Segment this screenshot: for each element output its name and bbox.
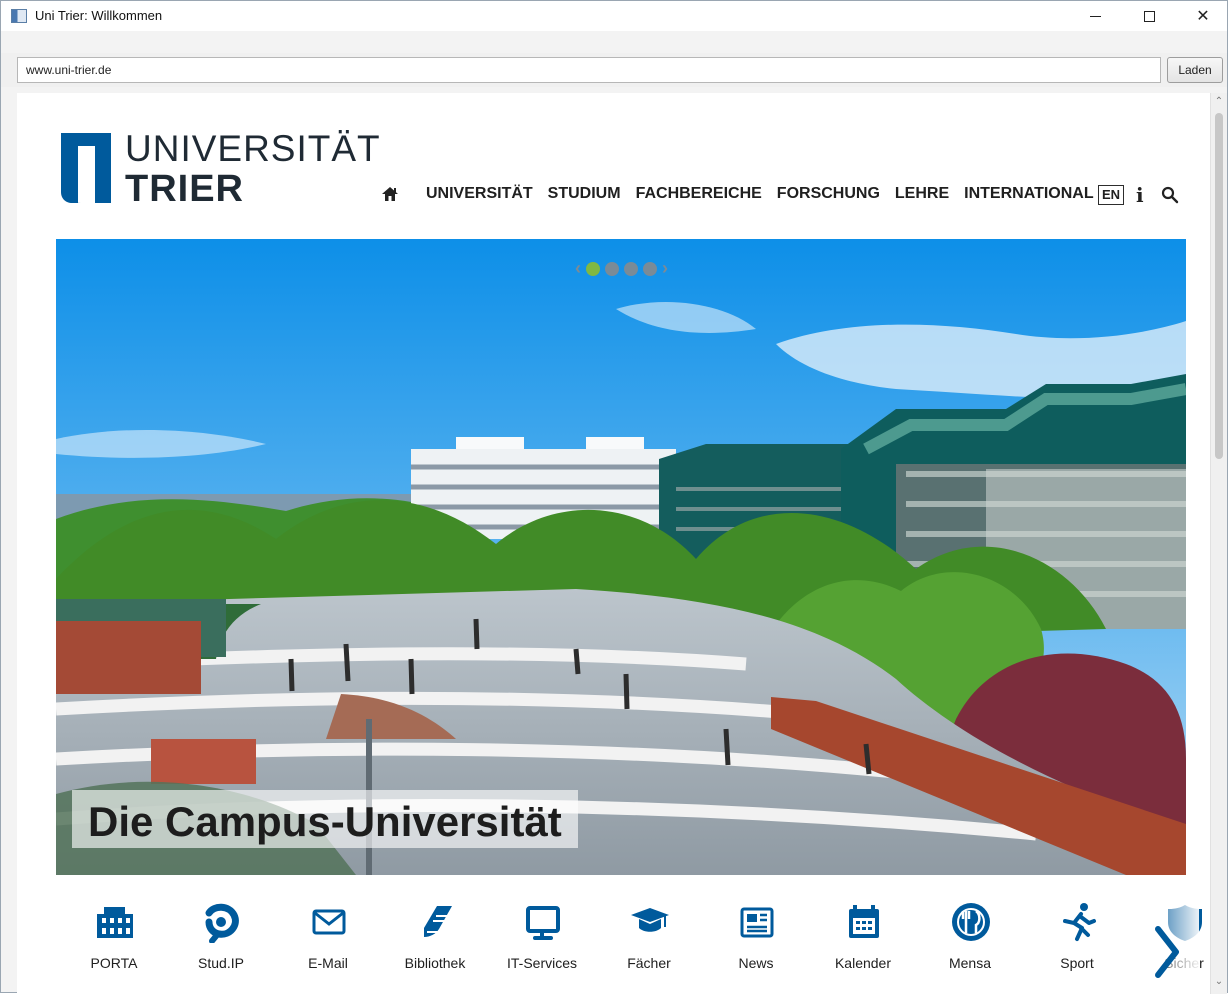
web-page-viewport: UNIVERSITÄT TRIER UNIVERSITÄT STUDIUM FA…: [17, 93, 1210, 994]
logo-title-bottom: TRIER: [125, 168, 244, 210]
nav-item-universitaet[interactable]: UNIVERSITÄT: [426, 185, 533, 203]
running-icon: [1063, 903, 1096, 941]
quicklink-label: Stud.IP: [198, 955, 244, 971]
quicklinks-next-icon[interactable]: [1151, 921, 1181, 983]
quicklink-label: News: [738, 955, 774, 971]
mail-icon: [312, 909, 346, 935]
carousel-indicators[interactable]: ‹ ›: [575, 258, 668, 279]
quicklink-kalender[interactable]: Kalender: [818, 893, 908, 983]
logo-title-top: UNIVERSITÄT: [125, 128, 381, 169]
book-icon: [424, 906, 452, 937]
quicklinks-bar: PORTA Stud.IP E-Mail Bibliothek IT-Servi…: [69, 893, 1204, 988]
minimize-button[interactable]: [1073, 1, 1117, 31]
carousel-dot-4[interactable]: [643, 261, 657, 276]
quicklink-bibliothek[interactable]: Bibliothek: [390, 893, 480, 983]
quicklink-label: IT-Services: [506, 955, 577, 971]
maximize-button[interactable]: [1127, 1, 1171, 31]
main-navigation: UNIVERSITÄT STUDIUM FACHBEREICHE FORSCHU…: [380, 184, 1109, 204]
title-bar: Uni Trier: Willkommen ✕: [1, 1, 1227, 31]
studip-icon: [205, 903, 239, 943]
hero-carousel[interactable]: ‹ › Die Campus-Universität: [56, 239, 1186, 875]
load-button[interactable]: Laden: [1167, 57, 1223, 83]
quicklink-news[interactable]: News: [711, 893, 801, 983]
nav-item-lehre[interactable]: LEHRE: [895, 185, 949, 203]
campus-photo: [56, 239, 1186, 875]
quicklink-label: PORTA: [90, 955, 138, 971]
nav-item-international[interactable]: INTERNATIONAL: [964, 185, 1093, 203]
url-input[interactable]: [17, 57, 1161, 83]
browser-window: Uni Trier: Willkommen ✕ Laden UNIVERSITÄ…: [0, 0, 1228, 994]
carousel-dot-2[interactable]: [605, 261, 619, 276]
quicklink-label: Mensa: [948, 955, 992, 971]
quicklink-label: Bibliothek: [404, 955, 466, 971]
quicklink-mensa[interactable]: Mensa: [925, 893, 1015, 983]
building-icon: [97, 907, 133, 938]
quicklink-email[interactable]: E-Mail: [283, 893, 373, 983]
quicklink-label: E-Mail: [308, 955, 348, 971]
nav-item-fachbereiche[interactable]: FACHBEREICHE: [636, 185, 762, 203]
graduation-cap-icon: [631, 908, 669, 932]
quicklink-label: Kalender: [834, 955, 892, 971]
home-icon[interactable]: [380, 184, 400, 204]
monitor-icon: [526, 906, 560, 940]
carousel-dot-3[interactable]: [624, 261, 638, 276]
scroll-thumb[interactable]: [1215, 113, 1223, 459]
nav-item-studium[interactable]: STUDIUM: [548, 185, 621, 203]
dining-icon: [952, 903, 990, 941]
search-icon[interactable]: [1161, 186, 1179, 204]
newspaper-icon: [740, 907, 774, 938]
university-logo-icon: [61, 133, 111, 203]
quicklink-porta[interactable]: PORTA: [69, 893, 159, 983]
carousel-previous-icon[interactable]: ‹: [575, 258, 581, 279]
app-window-icon: [11, 9, 27, 23]
window-title: Uni Trier: Willkommen: [35, 8, 163, 23]
quicklink-it-services[interactable]: IT-Services: [497, 893, 587, 983]
quicklink-label: Sport: [1060, 955, 1094, 971]
quicklink-faecher[interactable]: Fächer: [604, 893, 694, 983]
scroll-up-icon[interactable]: ⌃: [1214, 97, 1224, 107]
vertical-scrollbar[interactable]: ⌃ ⌄: [1210, 93, 1227, 994]
hero-caption: Die Campus-Universität: [72, 790, 578, 848]
quicklink-label: Fächer: [627, 955, 671, 971]
nav-item-forschung[interactable]: FORSCHUNG: [777, 185, 880, 203]
carousel-next-icon[interactable]: ›: [662, 258, 668, 279]
maximize-icon: [1143, 10, 1155, 22]
info-icon[interactable]: i: [1136, 183, 1144, 207]
quicklink-studip[interactable]: Stud.IP: [176, 893, 266, 983]
scroll-down-icon[interactable]: ⌄: [1214, 977, 1224, 987]
close-icon: ✕: [1196, 8, 1210, 25]
quicklink-sport[interactable]: Sport: [1032, 893, 1122, 983]
language-switch[interactable]: EN: [1098, 185, 1124, 205]
close-button[interactable]: ✕: [1181, 1, 1225, 31]
minimize-icon: [1089, 15, 1101, 17]
carousel-dot-1[interactable]: [586, 261, 600, 276]
calendar-icon: [849, 905, 879, 938]
